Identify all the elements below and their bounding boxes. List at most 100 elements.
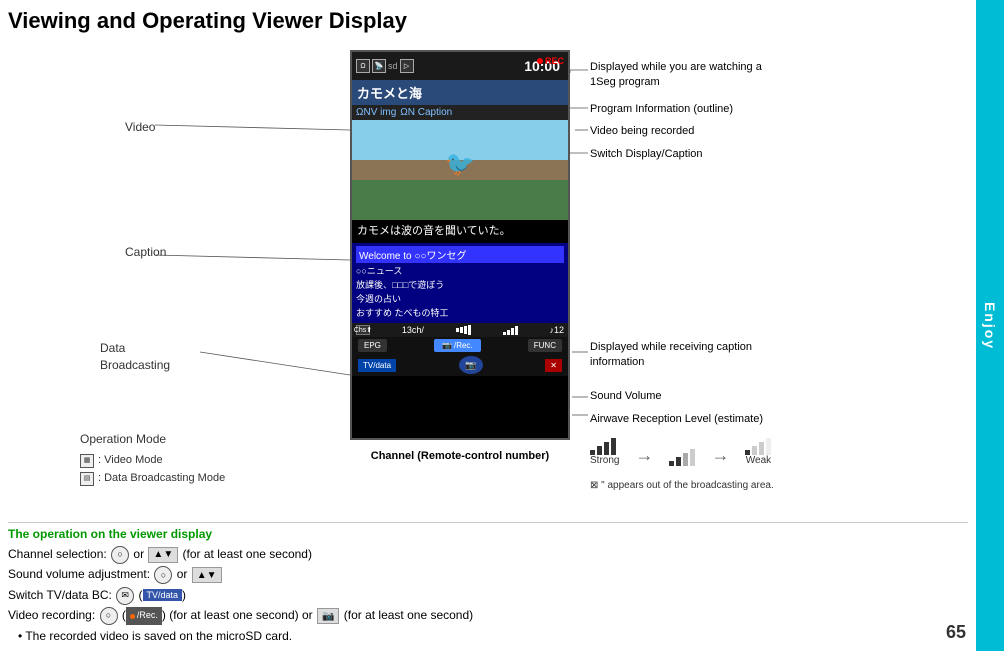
data-mode-item: ▤ : Data Broadcasting Mode [80,470,225,488]
cam-icon: 📷 [442,341,452,350]
label-video-being-recorded: Video being recorded [590,125,694,137]
video-mode-label: : Video Mode [98,452,163,470]
weak-signal: Weak [745,435,771,466]
data-item-4: おすすめ たべもの特工 [356,306,564,319]
data-item-0: Welcome to ○○ワンセグ [356,246,564,263]
screen-icons-left: Ω 📡 sd ▷ [356,59,414,73]
bottom-line-4: Video recording: ○ (/Rec.) (for at least… [8,605,968,625]
mail-btn: ✉ [116,587,134,605]
bar3 [604,442,609,455]
signal-bars-small [456,325,471,335]
video-mode-icon: ▦ [80,454,94,468]
bar3 [759,442,764,455]
cancel-button[interactable]: ✕ [545,359,562,372]
bar4 [766,438,771,455]
screen-title: カモメと海 [352,80,568,105]
sidebar: Enjoy [976,0,1004,651]
label-switch-display: Switch Display/Caption [590,148,703,160]
screen-toolbar: ΩNV img ΩN Caption REC [352,105,568,120]
medium-signal-bars [669,446,695,466]
strong-signal-bars [590,435,619,455]
signal-strength-area: Strong → → [590,435,771,466]
bottom-section-title: The operation on the viewer display [8,527,968,541]
rec-inline-btn: /Rec. [126,607,162,624]
label-1seg-line2: 1Seg program [590,76,660,88]
tv-data-button[interactable]: TV/data [358,359,396,372]
center-nav-icon[interactable]: 📷 [459,356,483,374]
rec-dot [537,58,543,64]
screen-caption: カモメは波の音を聞いていた。 [352,220,568,243]
rec-label: REC [545,56,564,66]
screen-data-broadcasting: Welcome to ○○ワンセグ ○○ニュース 放課後、□□□で遊ぼう 今週の… [352,243,568,323]
data-item-2: 放課後、□□□で遊ぼう [356,278,564,291]
bar2 [597,446,602,455]
signal-arrow: → [631,445,657,466]
volume-indicator [503,325,518,335]
sd-indicator: sd [388,61,398,71]
medium-signal [669,446,695,466]
toolbar-caption: ΩN Caption [400,107,452,118]
channel-icon: Chs⬆ [356,325,370,335]
bar2 [752,446,757,455]
signal-arrow2: → [707,445,733,466]
data-label-line1: Data [100,341,125,355]
page-title: Viewing and Operating Viewer Display [8,8,407,34]
rec-badge: REC [537,56,564,66]
label-1seg-line1: Displayed while you are watching a [590,61,762,73]
bar4 [611,438,616,455]
label-caption: Caption [125,245,166,259]
channel-num: 13ch/ [402,325,424,335]
func-button[interactable]: FUNC [528,339,562,352]
label-1seg: Displayed while you are watching a 1Seg … [590,60,762,91]
strong-signal: Strong [590,435,619,466]
camera-nav-icon: 📷 [465,360,476,371]
bottom-line-5: • The recorded video is saved on the mic… [18,626,968,646]
phone-screen: Ω 📡 sd ▷ 10:00 カモメと海 ΩNV img ΩN Caption … [350,50,570,440]
label-operation-mode: Operation Mode ▦ : Video Mode ▤ : Data B… [80,430,225,487]
strong-label: Strong [590,455,619,466]
out-icon: ⊠ [590,480,598,491]
data-item-3: 今週の占い [356,292,564,305]
circle-btn2: ○ [154,566,172,584]
cam-inline-btn: 📷 [317,608,339,624]
label-video: Video [125,120,155,134]
bottom-text: Channel selection: ○ or ▲▼ (for at least… [8,544,968,646]
seagull-icon: 🐦 [445,150,475,179]
epg-button[interactable]: EPG [358,339,387,352]
screen-bottom-bar: Chs⬆ 13ch/ ♪12 [352,323,568,337]
circle-btn: ○ [111,546,129,564]
label-caption-info: Displayed while receiving caption inform… [590,340,752,371]
weak-label: Weak [745,455,771,466]
screen-top-bar: Ω 📡 sd ▷ 10:00 [352,52,568,80]
data-mode-label: : Data Broadcasting Mode [98,470,225,488]
status-icon-3: ▷ [400,59,414,73]
bar2 [676,457,681,466]
page-container: Enjoy Viewing and Operating Viewer Displ… [0,0,1004,651]
up-down-btn2: ▲▼ [192,567,222,583]
caption-info-line1: Displayed while receiving caption [590,341,752,353]
label-sound-volume: Sound Volume [590,390,662,402]
out-of-area-note: ⊠ " appears out of the broadcasting area… [590,480,774,491]
bottom-line-1: Channel selection: ○ or ▲▼ (for at least… [8,544,968,564]
video-mode-item: ▦ : Video Mode [80,452,225,470]
caption-text: カモメは波の音を聞いていた。 [357,225,511,237]
bar1 [669,461,674,466]
label-data-broadcasting: Data Broadcasting [100,340,170,374]
rec-btn-label: /Rec. [454,341,473,350]
toolbar-text: ΩNV img [356,107,396,118]
bottom-line-3: Switch TV/data BC: ✉ (TV/data) [8,585,968,605]
tv-data-inline: TV/data [143,589,183,601]
weak-signal-bars [745,435,771,455]
bar4 [690,449,695,466]
bottom-line-2: Sound volume adjustment: ○ or ▲▼ [8,564,968,584]
vol-number: ♪12 [549,325,564,335]
data-label-line2: Broadcasting [100,358,170,372]
data-item-1: ○○ニュース [356,264,564,277]
label-program-info: Program Information (outline) [590,103,733,115]
rec-button[interactable]: 📷 /Rec. [434,339,481,352]
caption-info-line2: information [590,356,644,368]
status-icon-2: 📡 [372,59,386,73]
bar3 [683,453,688,466]
up-down-btn: ▲▼ [148,547,178,563]
bottom-section: The operation on the viewer display Chan… [8,522,968,646]
